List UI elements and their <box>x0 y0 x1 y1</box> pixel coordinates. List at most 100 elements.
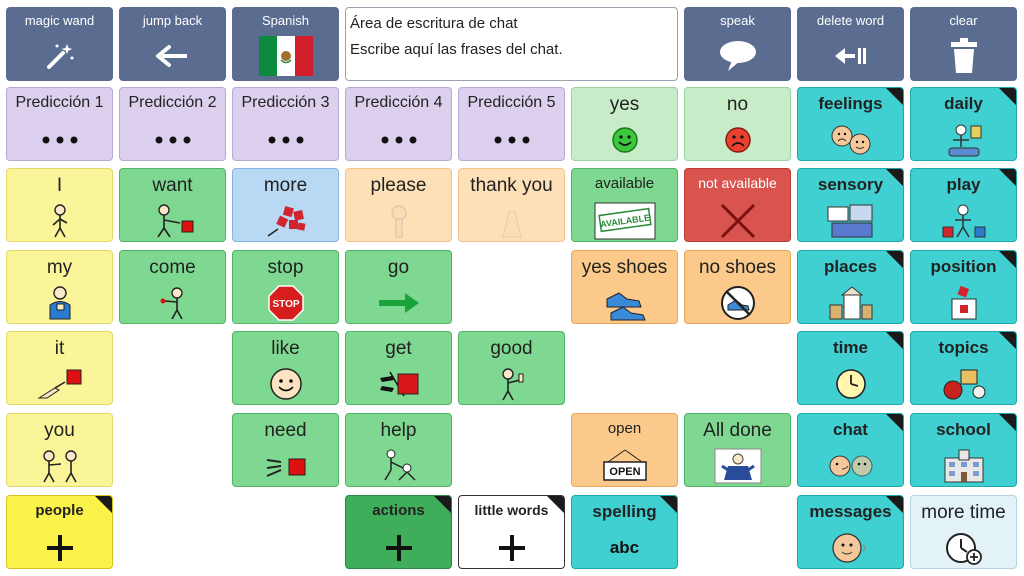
time-folder[interactable]: time <box>797 331 904 405</box>
prediction-3[interactable]: Predicción 3 <box>232 87 339 161</box>
two-people-pointing-icon <box>7 448 112 484</box>
want-label: want <box>152 175 193 196</box>
ellipsis-icon <box>459 122 564 158</box>
reaching-person-icon <box>120 203 225 239</box>
delete-arrow-icon <box>797 37 904 75</box>
helping-people-icon <box>346 448 451 484</box>
little-words-folder[interactable]: little words <box>458 495 565 569</box>
messages-folder[interactable]: messages <box>797 495 904 569</box>
available-sign-icon: AVAILABLE <box>572 202 677 240</box>
position-folder[interactable]: position <box>910 250 1017 324</box>
more-time-button[interactable]: more time <box>910 495 1017 569</box>
clear-label: clear <box>949 13 978 28</box>
topics-folder[interactable]: topics <box>910 331 1017 405</box>
feelings-label: feelings <box>818 94 883 113</box>
you-button[interactable]: you <box>6 413 113 487</box>
smiling-face-icon <box>233 366 338 402</box>
mexico-flag-icon <box>232 36 339 76</box>
little-words-label: little words <box>474 502 549 518</box>
chat-title: Área de escritura de chat <box>350 15 518 32</box>
magic-wand-button[interactable]: magic wand <box>6 7 113 81</box>
clear-button[interactable]: clear <box>910 7 1017 81</box>
abc-icon: abc <box>572 530 677 566</box>
prediction-5[interactable]: Predicción 5 <box>458 87 565 161</box>
speech-bubble-icon <box>684 37 791 75</box>
thumbs-up-person-icon <box>459 366 564 402</box>
daily-folder[interactable]: daily <box>910 87 1017 161</box>
delete-word-button[interactable]: delete word <box>797 7 904 81</box>
sensory-folder[interactable]: sensory <box>797 168 904 242</box>
no-shoes-button[interactable]: no shoes <box>684 250 791 324</box>
play-label: play <box>946 175 981 194</box>
pointing-hand-icon <box>7 366 112 402</box>
play-folder[interactable]: play <box>910 168 1017 242</box>
it-label: it <box>54 338 65 359</box>
actions-label: actions <box>372 502 425 519</box>
more-button[interactable]: more <box>232 168 339 242</box>
school-folder[interactable]: school <box>910 413 1017 487</box>
feelings-folder[interactable]: feelings <box>797 87 904 161</box>
chat-placeholder: Escribe aquí las frases del chat. <box>350 41 563 58</box>
more-time-label: more time <box>921 502 1006 523</box>
person-pointing-self-icon <box>7 203 112 239</box>
jump-back-label: jump back <box>142 13 203 28</box>
spelling-folder[interactable]: spelling abc <box>571 495 678 569</box>
open-sign-icon: OPEN <box>572 448 677 484</box>
prediction-1[interactable]: Predicción 1 <box>6 87 113 161</box>
hand-sign-icon <box>459 203 564 239</box>
not-available-button[interactable]: not available <box>684 168 791 242</box>
prediction-2[interactable]: Predicción 2 <box>119 87 226 161</box>
you-label: you <box>44 420 75 441</box>
available-button[interactable]: available AVAILABLE <box>571 168 678 242</box>
daily-routine-icon <box>911 122 1016 158</box>
prediction-3-label: Predicción 3 <box>241 94 330 111</box>
trash-can-icon <box>910 37 1017 75</box>
want-button[interactable]: want <box>119 168 226 242</box>
open-button[interactable]: open OPEN <box>571 413 678 487</box>
chat-text-area[interactable]: Área de escritura de chat Escribe aquí l… <box>345 7 678 81</box>
school-label: school <box>936 420 991 439</box>
people-label: people <box>35 502 84 519</box>
no-shoes-icon <box>685 285 790 321</box>
help-button[interactable]: help <box>345 413 452 487</box>
come-button[interactable]: come <box>119 250 226 324</box>
my-button[interactable]: my <box>6 250 113 324</box>
actions-folder[interactable]: actions <box>345 495 452 569</box>
grab-box-icon <box>346 366 451 402</box>
stop-sign-icon: STOP <box>233 285 338 321</box>
people-folder[interactable]: people <box>6 495 113 569</box>
ellipsis-icon <box>346 122 451 158</box>
ellipsis-icon <box>7 122 112 158</box>
i-button[interactable]: I <box>6 168 113 242</box>
yes-label: yes <box>609 94 640 115</box>
person-hand-on-chest-icon <box>7 285 112 321</box>
go-button[interactable]: go <box>345 250 452 324</box>
stop-label: stop <box>267 257 304 278</box>
time-label: time <box>833 338 868 357</box>
please-button[interactable]: please <box>345 168 452 242</box>
all-done-button[interactable]: All done <box>684 413 791 487</box>
speak-button[interactable]: speak <box>684 7 791 81</box>
jump-back-button[interactable]: jump back <box>119 7 226 81</box>
clock-icon <box>798 366 903 402</box>
language-button[interactable]: Spanish <box>232 7 339 81</box>
prediction-4[interactable]: Predicción 4 <box>345 87 452 161</box>
green-arrow-right-icon <box>346 285 451 321</box>
places-folder[interactable]: places <box>797 250 904 324</box>
it-button[interactable]: it <box>6 331 113 405</box>
need-button[interactable]: need <box>232 413 339 487</box>
get-button[interactable]: get <box>345 331 452 405</box>
yes-button[interactable]: yes <box>571 87 678 161</box>
yes-shoes-button[interactable]: yes shoes <box>571 250 678 324</box>
position-label: position <box>930 257 997 276</box>
reach-box-icon <box>233 448 338 484</box>
magic-wand-label: magic wand <box>24 13 95 28</box>
like-button[interactable]: like <box>232 331 339 405</box>
thank-you-button[interactable]: thank you <box>458 168 565 242</box>
stop-button[interactable]: stop STOP <box>232 250 339 324</box>
chat-folder[interactable]: chat <box>797 413 904 487</box>
school-building-icon <box>911 448 1016 484</box>
good-button[interactable]: good <box>458 331 565 405</box>
no-button[interactable]: no <box>684 87 791 161</box>
chatting-faces-icon <box>798 448 903 484</box>
